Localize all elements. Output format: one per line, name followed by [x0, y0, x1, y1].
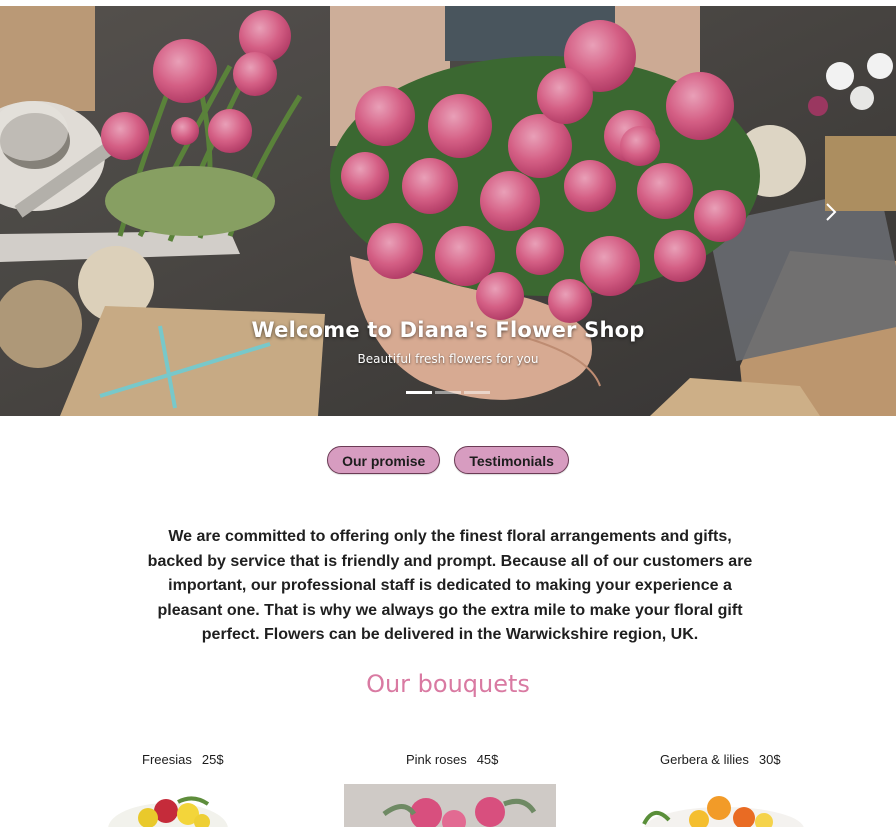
bouquet-name: Gerbera & lilies — [660, 752, 749, 767]
promise-text: We are committed to offering only the fi… — [147, 528, 753, 643]
pink-roses-image[interactable] — [344, 784, 556, 827]
carousel-indicator-3[interactable] — [464, 391, 490, 394]
testimonials-button[interactable]: Testimonials — [454, 446, 569, 474]
bouquet-name: Pink roses — [406, 752, 467, 767]
carousel-indicator-1[interactable] — [406, 391, 432, 394]
bouquets-title: Our bouquets — [366, 670, 530, 698]
carousel-indicators — [406, 391, 490, 394]
bouquet-freesias: Freesias 25$ — [142, 752, 224, 767]
hero-title: Welcome to Diana's Flower Shop — [251, 318, 645, 342]
hero-subtitle: Beautiful fresh flowers for you — [357, 352, 539, 366]
hero-carousel[interactable]: Welcome to Diana's Flower Shop Beautiful… — [0, 6, 896, 416]
carousel-indicator-2[interactable] — [435, 391, 461, 394]
bouquet-pink-roses: Pink roses 45$ — [406, 752, 498, 767]
bouquet-gerbera-lilies: Gerbera & lilies 30$ — [660, 752, 781, 767]
freesias-image[interactable] — [98, 784, 238, 827]
bouquet-price: 45$ — [476, 752, 499, 767]
our-promise-button[interactable]: Our promise — [327, 446, 441, 474]
gerbera-lilies-image[interactable] — [624, 784, 824, 827]
section-buttons: Our promise Testimonials — [0, 446, 896, 474]
chevron-right-icon — [826, 203, 837, 221]
carousel-next-button[interactable] — [822, 202, 840, 228]
bouquet-price: 25$ — [201, 752, 224, 767]
page: Welcome to Diana's Flower Shop Beautiful… — [0, 0, 896, 827]
bouquet-name: Freesias — [142, 752, 192, 767]
bouquet-price: 30$ — [758, 752, 781, 767]
